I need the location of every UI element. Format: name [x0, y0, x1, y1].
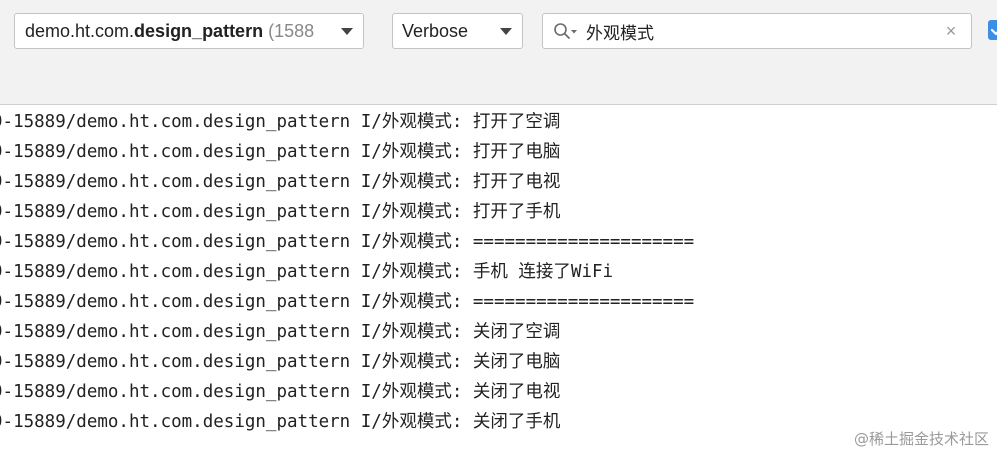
- log-line: 9-15889/demo.ht.com.design_pattern I/外观模…: [0, 382, 561, 402]
- log-line: 9-15889/demo.ht.com.design_pattern I/外观模…: [0, 262, 614, 282]
- log-line: 9-15889/demo.ht.com.design_pattern I/外观模…: [0, 232, 695, 252]
- log-line: 9-15889/demo.ht.com.design_pattern I/外观模…: [0, 352, 561, 372]
- log-level-value: Verbose: [402, 21, 469, 41]
- process-select-value: demo.ht.com.design_pattern (1588: [25, 21, 315, 41]
- logcat-toolbar: demo.ht.com.design_pattern (1588 Verbose…: [0, 0, 997, 105]
- log-line: 9-15889/demo.ht.com.design_pattern I/外观模…: [0, 112, 561, 132]
- close-icon[interactable]: ×: [941, 14, 961, 48]
- process-select[interactable]: demo.ht.com.design_pattern (1588: [14, 13, 364, 49]
- log-output[interactable]: 9-15889/demo.ht.com.design_pattern I/外观模…: [0, 105, 997, 457]
- log-line: 9-15889/demo.ht.com.design_pattern I/外观模…: [0, 172, 561, 192]
- log-line: 9-15889/demo.ht.com.design_pattern I/外观模…: [0, 202, 561, 222]
- log-line: 9-15889/demo.ht.com.design_pattern I/外观模…: [0, 142, 561, 162]
- log-line: 9-15889/demo.ht.com.design_pattern I/外观模…: [0, 292, 695, 312]
- watermark: @稀土掘金技术社区: [853, 430, 989, 448]
- log-line: 9-15889/demo.ht.com.design_pattern I/外观模…: [0, 322, 561, 342]
- regex-checkbox[interactable]: [988, 20, 997, 40]
- chevron-down-icon[interactable]: [341, 28, 353, 35]
- search-input[interactable]: [586, 14, 931, 48]
- log-level-select[interactable]: Verbose: [392, 13, 523, 49]
- log-line: 9-15889/demo.ht.com.design_pattern I/外观模…: [0, 412, 561, 432]
- checkmark-icon: [990, 28, 997, 36]
- search-icon[interactable]: [553, 22, 579, 42]
- chevron-down-icon[interactable]: [500, 28, 512, 35]
- search-box[interactable]: ×: [542, 13, 972, 49]
